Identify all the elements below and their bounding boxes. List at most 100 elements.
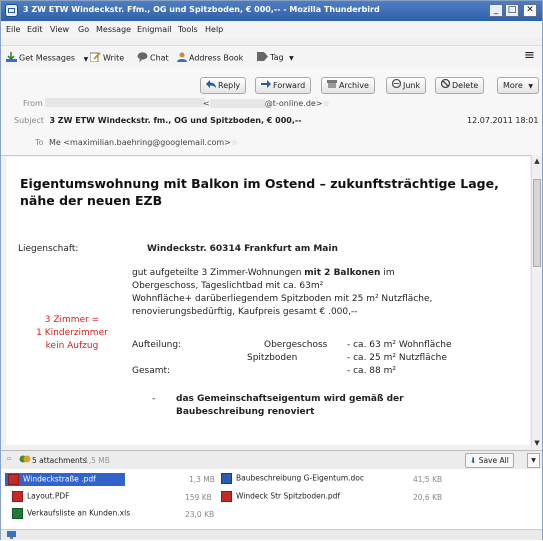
to-value[interactable]: Me <maximilian.baehring@googlemail.com>	[49, 138, 231, 147]
junk-button[interactable]: Junk	[386, 77, 427, 94]
from-value-row[interactable]: < @t-online.de>☆	[203, 99, 330, 108]
description-line-1: gut aufgeteilte 3 Zimmer-Wohnungen mit 2…	[132, 268, 395, 278]
message-headline: Eigentumswohnung mit Balkon im Ostend – …	[20, 176, 499, 208]
close-button[interactable]: ✕	[523, 4, 537, 17]
to-label: To	[35, 138, 44, 147]
more-button[interactable]: More ▼	[497, 77, 540, 94]
excel-file-icon	[12, 508, 23, 519]
from-value[interactable]: @t-online.de>	[265, 99, 323, 108]
thunderbird-window: 3 ZW ETW Windeckstr. Ffm., OG und Spitzb…	[0, 0, 543, 540]
forward-label: Forward	[273, 81, 306, 90]
attachment-item[interactable]: Verkaufsliste an Kunden.xls	[12, 508, 130, 519]
gesamt-value: - ca. 88 m²	[347, 366, 396, 376]
chat-label: Chat	[150, 53, 169, 63]
window-title: 3 ZW ETW Windeckstr. Ffm., OG und Spitzb…	[23, 5, 380, 14]
message-header: Reply Forward Archive Junk Delete More ▼…	[1, 68, 542, 156]
menu-tools[interactable]: Tools	[178, 25, 198, 34]
star-icon[interactable]: ☆	[323, 99, 330, 108]
attachment-item[interactable]: Windeckstraße .pdf	[5, 473, 125, 486]
save-down-arrow-icon: ⬇	[470, 456, 477, 465]
bullet-dash: -	[152, 394, 156, 404]
attachment-list: Windeckstraße .pdf 1,3 MB Baubeschreibun…	[1, 469, 542, 529]
note-kids-room: 1 Kinderzimmer	[36, 328, 108, 338]
maximize-button[interactable]: □	[505, 4, 519, 17]
archive-box-icon	[327, 78, 337, 93]
scroll-up-icon[interactable]: ▲	[533, 157, 541, 165]
expand-toggle-icon[interactable]: ▫	[7, 455, 11, 462]
paperclip-icon	[19, 454, 31, 466]
junk-label: Junk	[403, 81, 421, 90]
scroll-thumb[interactable]	[533, 179, 541, 267]
attachment-size: 20,6 KB	[413, 493, 443, 502]
description-line-2: Obergeschoss, Tageslichtbad mit ca. 63m²	[132, 281, 324, 291]
menu-enigmail[interactable]: Enigmail	[137, 25, 172, 34]
chat-button[interactable]: Chat	[137, 52, 169, 64]
attachment-item[interactable]: Windeck Str Spitzboden.pdf	[221, 491, 340, 502]
download-icon	[6, 52, 17, 64]
message-body: Eigentumswohnung mit Balkon im Ostend – …	[6, 157, 530, 445]
archive-button[interactable]: Archive	[321, 77, 375, 94]
subject-label: Subject	[14, 116, 44, 125]
pdf-file-icon	[221, 491, 232, 502]
pdf-file-icon	[12, 491, 23, 502]
person-icon	[177, 52, 187, 64]
delete-button[interactable]: Delete	[435, 77, 485, 94]
aufteilung-label: Aufteilung:	[132, 340, 182, 350]
renovation-line-1: das Gemeinschaftseigentum wird gemäß der	[176, 394, 404, 404]
menu-view[interactable]: View	[50, 25, 69, 34]
write-label: Write	[103, 53, 125, 63]
menu-go[interactable]: Go	[78, 25, 89, 34]
tag-dropdown-icon[interactable]: ▼	[289, 55, 294, 62]
gesamt-label: Gesamt:	[132, 366, 171, 376]
note-rooms: 3 Zimmer =	[44, 315, 100, 325]
message-date: 12.07.2011 18:01	[467, 116, 539, 125]
attachment-total-size: 1,5 MB	[84, 456, 110, 465]
menu-help[interactable]: Help	[205, 25, 223, 34]
liegenschaft-label: Liegenschaft:	[18, 244, 79, 254]
from-row: From	[23, 99, 43, 108]
to-row: To Me <maximilian.baehring@googlemail.co…	[35, 138, 238, 147]
word-doc-icon	[221, 473, 232, 484]
reply-icon	[206, 78, 216, 93]
write-button[interactable]: Write	[89, 52, 125, 64]
reply-button[interactable]: Reply	[200, 77, 247, 94]
address-book-button[interactable]: Address Book	[177, 52, 243, 64]
app-menu-icon[interactable]: ≡	[524, 48, 535, 63]
thunderbird-app-icon	[5, 4, 18, 17]
title-bar[interactable]: 3 ZW ETW Windeckstr. Ffm., OG und Spitzb…	[1, 1, 542, 21]
menu-bar: Eile Edit View Go Message Enigmail Tools…	[1, 22, 542, 38]
forward-button[interactable]: Forward	[255, 77, 312, 94]
chat-bubble-icon	[137, 52, 148, 64]
from-redaction	[45, 98, 205, 107]
redacted-block	[45, 98, 205, 107]
menu-file[interactable]: Eile	[6, 25, 20, 34]
redacted-block	[209, 99, 265, 108]
save-all-button[interactable]: ⬇ Save All	[465, 453, 514, 468]
scroll-down-icon[interactable]: ▼	[533, 439, 541, 447]
og-label: Obergeschoss	[264, 340, 328, 350]
menu-message[interactable]: Message	[96, 25, 131, 34]
subject-value: 3 ZW ETW Windeckstr. fm., OG und Spitzbo…	[49, 116, 302, 125]
message-scrollbar[interactable]: ▲ ▼	[531, 155, 542, 449]
note-no-elevator: kein Aufzug	[45, 341, 99, 351]
attachment-summary[interactable]: 5 attachments	[32, 456, 87, 465]
tag-label: Tag	[270, 53, 284, 62]
dropdown-arrow-icon[interactable]: ▼	[84, 56, 89, 63]
main-toolbar: Get Messages ▼ Write Chat Address Book T…	[1, 45, 542, 69]
tag-button[interactable]: Tag ▼	[257, 52, 294, 63]
attachment-size: 41,5 KB	[413, 475, 443, 484]
renovation-line-2: Baubeschreibung renoviert	[176, 407, 315, 417]
menu-edit[interactable]: Edit	[27, 25, 43, 34]
reply-label: Reply	[218, 81, 241, 90]
status-bar	[1, 529, 542, 540]
forward-arrow-icon	[261, 78, 271, 93]
sb-label: Spitzboden	[247, 353, 298, 363]
star-icon[interactable]: ☆	[231, 138, 238, 147]
attachment-item[interactable]: Baubeschreibung G-Eigentum.doc	[221, 473, 364, 484]
minimize-button[interactable]: _	[489, 4, 503, 17]
attachment-item[interactable]: Layout.PDF	[12, 491, 70, 502]
save-all-dropdown-icon[interactable]: ▼	[527, 453, 540, 468]
get-messages-button[interactable]: Get Messages ▼	[6, 52, 88, 64]
attachment-size: 23,0 KB	[185, 510, 215, 519]
address-book-label: Address Book	[189, 53, 244, 63]
